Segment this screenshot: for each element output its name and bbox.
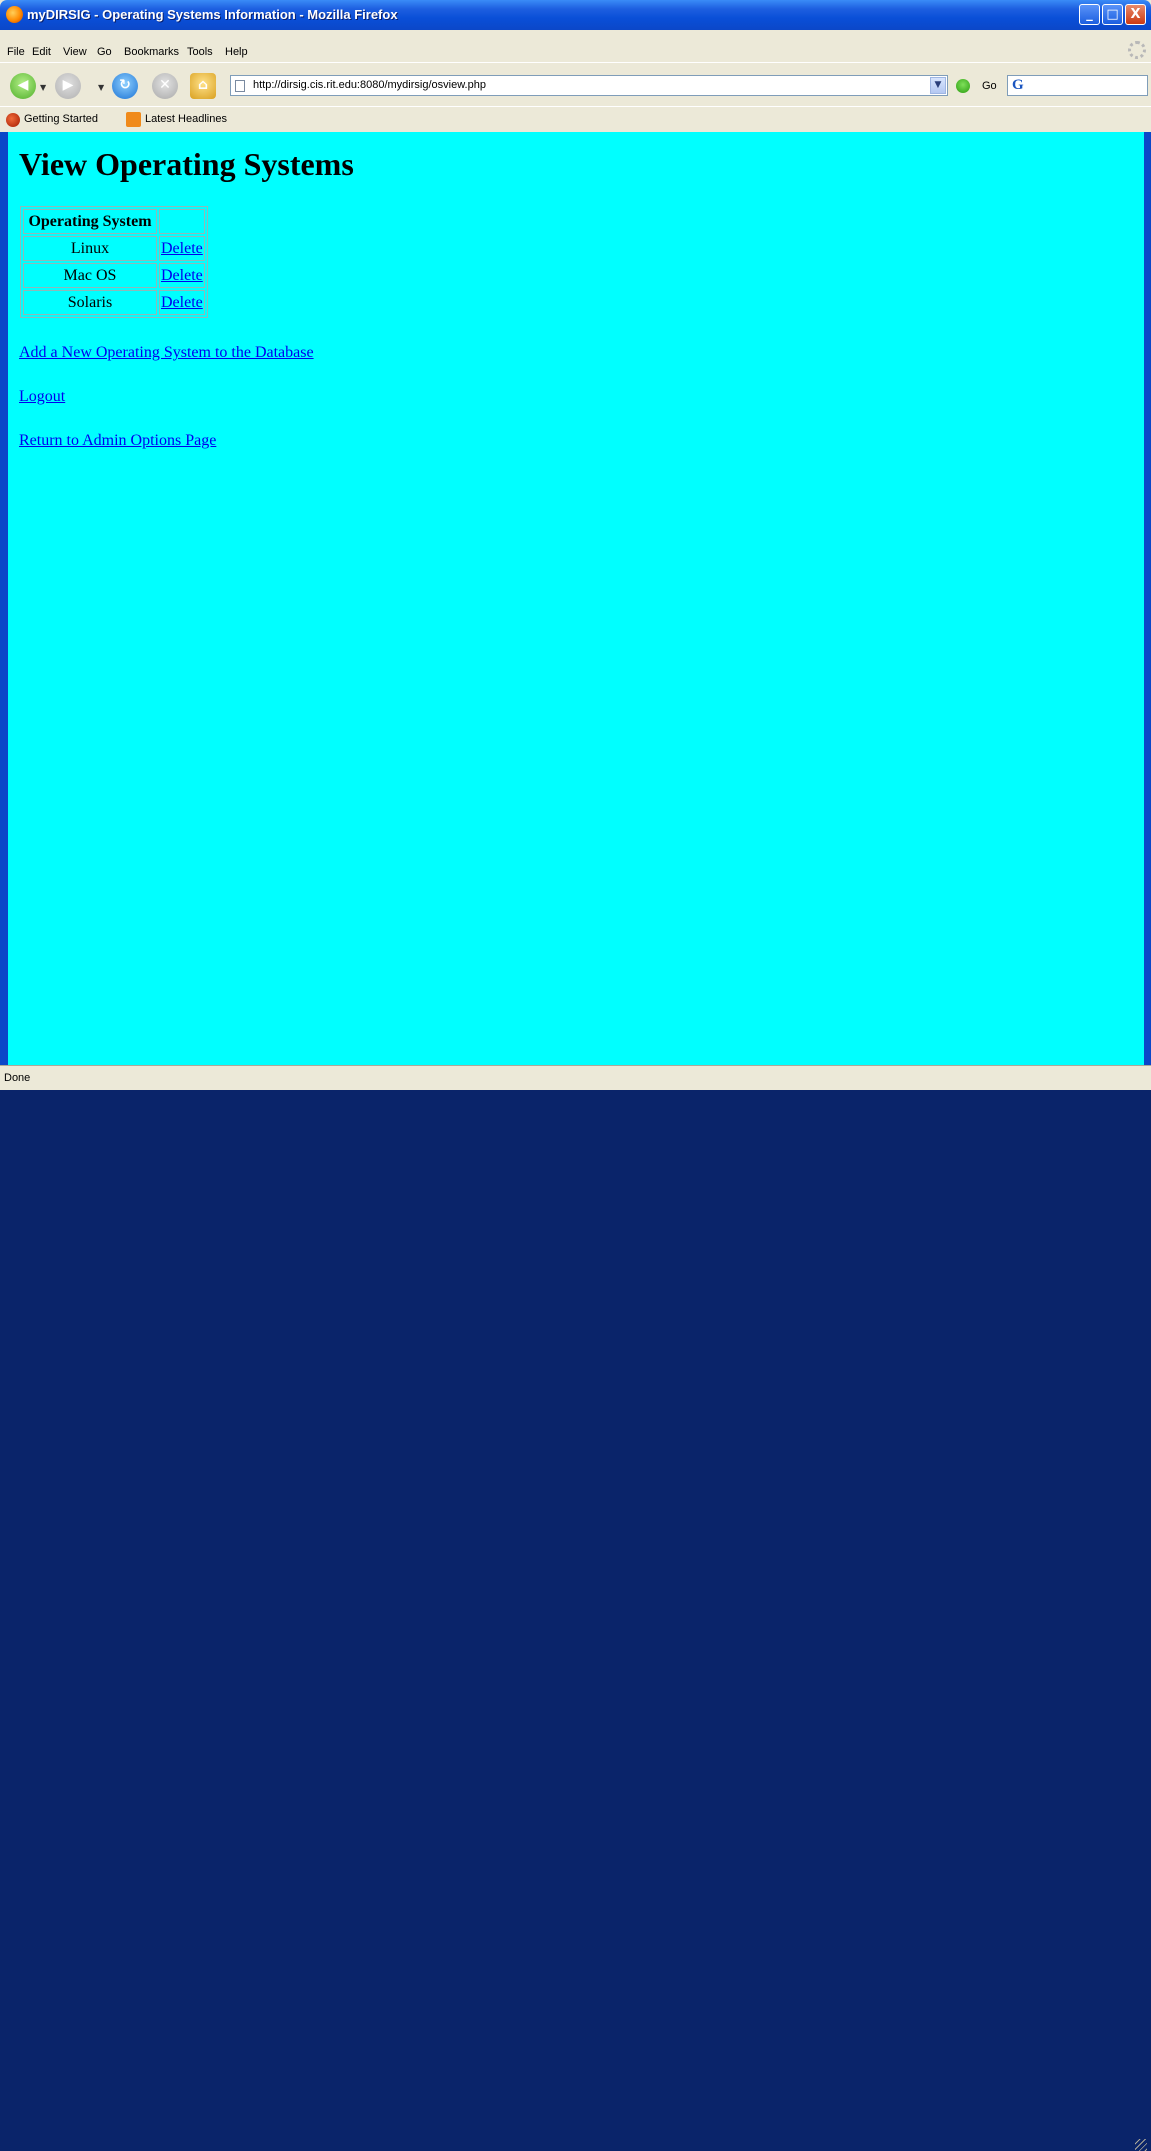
rss-feed-icon bbox=[126, 112, 141, 127]
resize-grip-icon[interactable] bbox=[1135, 2139, 1147, 2151]
forward-dropdown-icon[interactable]: ▼ bbox=[98, 83, 104, 92]
menu-bar: File Edit View Go Bookmarks Tools Help bbox=[0, 40, 1151, 62]
back-dropdown-icon[interactable]: ▼ bbox=[40, 83, 46, 92]
throbber-icon bbox=[1128, 41, 1146, 59]
forward-icon: ▶ bbox=[62, 77, 74, 93]
delete-link-linux[interactable]: Delete bbox=[161, 240, 203, 257]
reload-icon: ↻ bbox=[119, 77, 131, 93]
minimize-button[interactable]: _ bbox=[1079, 4, 1100, 25]
delete-link-solaris[interactable]: Delete bbox=[161, 294, 203, 311]
url-history-dropdown[interactable]: ▼ bbox=[930, 77, 946, 94]
home-button[interactable]: ⌂ bbox=[190, 73, 216, 99]
url-text[interactable]: http://dirsig.cis.rit.edu:8080/mydirsig/… bbox=[253, 79, 486, 91]
menu-file[interactable]: File bbox=[7, 46, 25, 58]
search-input[interactable]: G bbox=[1007, 75, 1148, 96]
delete-link-mac-os[interactable]: Delete bbox=[161, 267, 203, 284]
status-text: Done bbox=[4, 1072, 31, 1084]
close-icon: X bbox=[1130, 7, 1141, 22]
return-admin-link[interactable]: Return to Admin Options Page bbox=[19, 432, 216, 450]
logout-link[interactable]: Logout bbox=[19, 388, 65, 406]
table-row: Mac OS Delete bbox=[23, 263, 205, 288]
os-name: Linux bbox=[23, 236, 157, 261]
os-name: Mac OS bbox=[23, 263, 157, 288]
table-row: Solaris Delete bbox=[23, 290, 205, 315]
reload-button[interactable]: ↻ bbox=[112, 73, 138, 99]
back-icon: ◀ bbox=[17, 77, 29, 93]
minimize-icon: _ bbox=[1086, 7, 1093, 22]
stop-icon: ✕ bbox=[159, 77, 171, 93]
navigation-toolbar: ◀ ▼ ▶ ▼ ↻ ✕ ⌂ http://dirsig.cis.rit.edu:… bbox=[0, 62, 1151, 107]
bookmark-latest-headlines[interactable]: Latest Headlines bbox=[145, 113, 227, 125]
page-icon bbox=[235, 80, 245, 92]
menu-view[interactable]: View bbox=[63, 46, 87, 58]
browser-window: myDIRSIG - Operating Systems Information… bbox=[0, 0, 1151, 2151]
window-border-left bbox=[0, 132, 8, 1065]
window-title: myDIRSIG - Operating Systems Information… bbox=[27, 7, 398, 22]
google-search-icon[interactable]: G bbox=[1012, 77, 1024, 94]
go-button[interactable]: Go bbox=[982, 80, 997, 92]
menu-help[interactable]: Help bbox=[225, 46, 248, 58]
bookmarks-toolbar: Getting Started Latest Headlines bbox=[0, 106, 1151, 133]
table-row: Linux Delete bbox=[23, 236, 205, 261]
forward-button[interactable]: ▶ bbox=[55, 73, 81, 99]
getting-started-icon bbox=[6, 113, 20, 127]
title-bar: myDIRSIG - Operating Systems Information… bbox=[0, 0, 1151, 30]
bookmark-getting-started[interactable]: Getting Started bbox=[24, 113, 98, 125]
back-button[interactable]: ◀ bbox=[10, 73, 36, 99]
close-button[interactable]: X bbox=[1125, 4, 1146, 25]
table-header-row: Operating System bbox=[23, 209, 205, 234]
chevron-down-icon: ▼ bbox=[934, 80, 942, 90]
add-os-link[interactable]: Add a New Operating System to the Databa… bbox=[19, 344, 314, 362]
window-border-right bbox=[1144, 132, 1151, 1065]
firefox-icon bbox=[6, 6, 23, 23]
home-icon: ⌂ bbox=[197, 77, 209, 93]
os-table: Operating System Linux Delete Mac OS Del… bbox=[20, 206, 208, 318]
url-bar[interactable]: http://dirsig.cis.rit.edu:8080/mydirsig/… bbox=[230, 75, 948, 96]
page-title: View Operating Systems bbox=[19, 146, 354, 182]
status-bar: Done bbox=[0, 1065, 1151, 2151]
menu-tools[interactable]: Tools bbox=[187, 46, 213, 58]
maximize-button[interactable]: □ bbox=[1102, 4, 1123, 25]
menu-bookmarks[interactable]: Bookmarks bbox=[124, 46, 179, 58]
page-content: View Operating Systems Operating System … bbox=[8, 132, 1144, 1065]
go-icon[interactable] bbox=[956, 79, 970, 93]
menu-edit[interactable]: Edit bbox=[32, 46, 51, 58]
column-header-action bbox=[159, 209, 205, 234]
maximize-icon: □ bbox=[1106, 7, 1119, 22]
menu-go[interactable]: Go bbox=[97, 46, 112, 58]
column-header-os: Operating System bbox=[23, 209, 157, 234]
os-name: Solaris bbox=[23, 290, 157, 315]
stop-button[interactable]: ✕ bbox=[152, 73, 178, 99]
